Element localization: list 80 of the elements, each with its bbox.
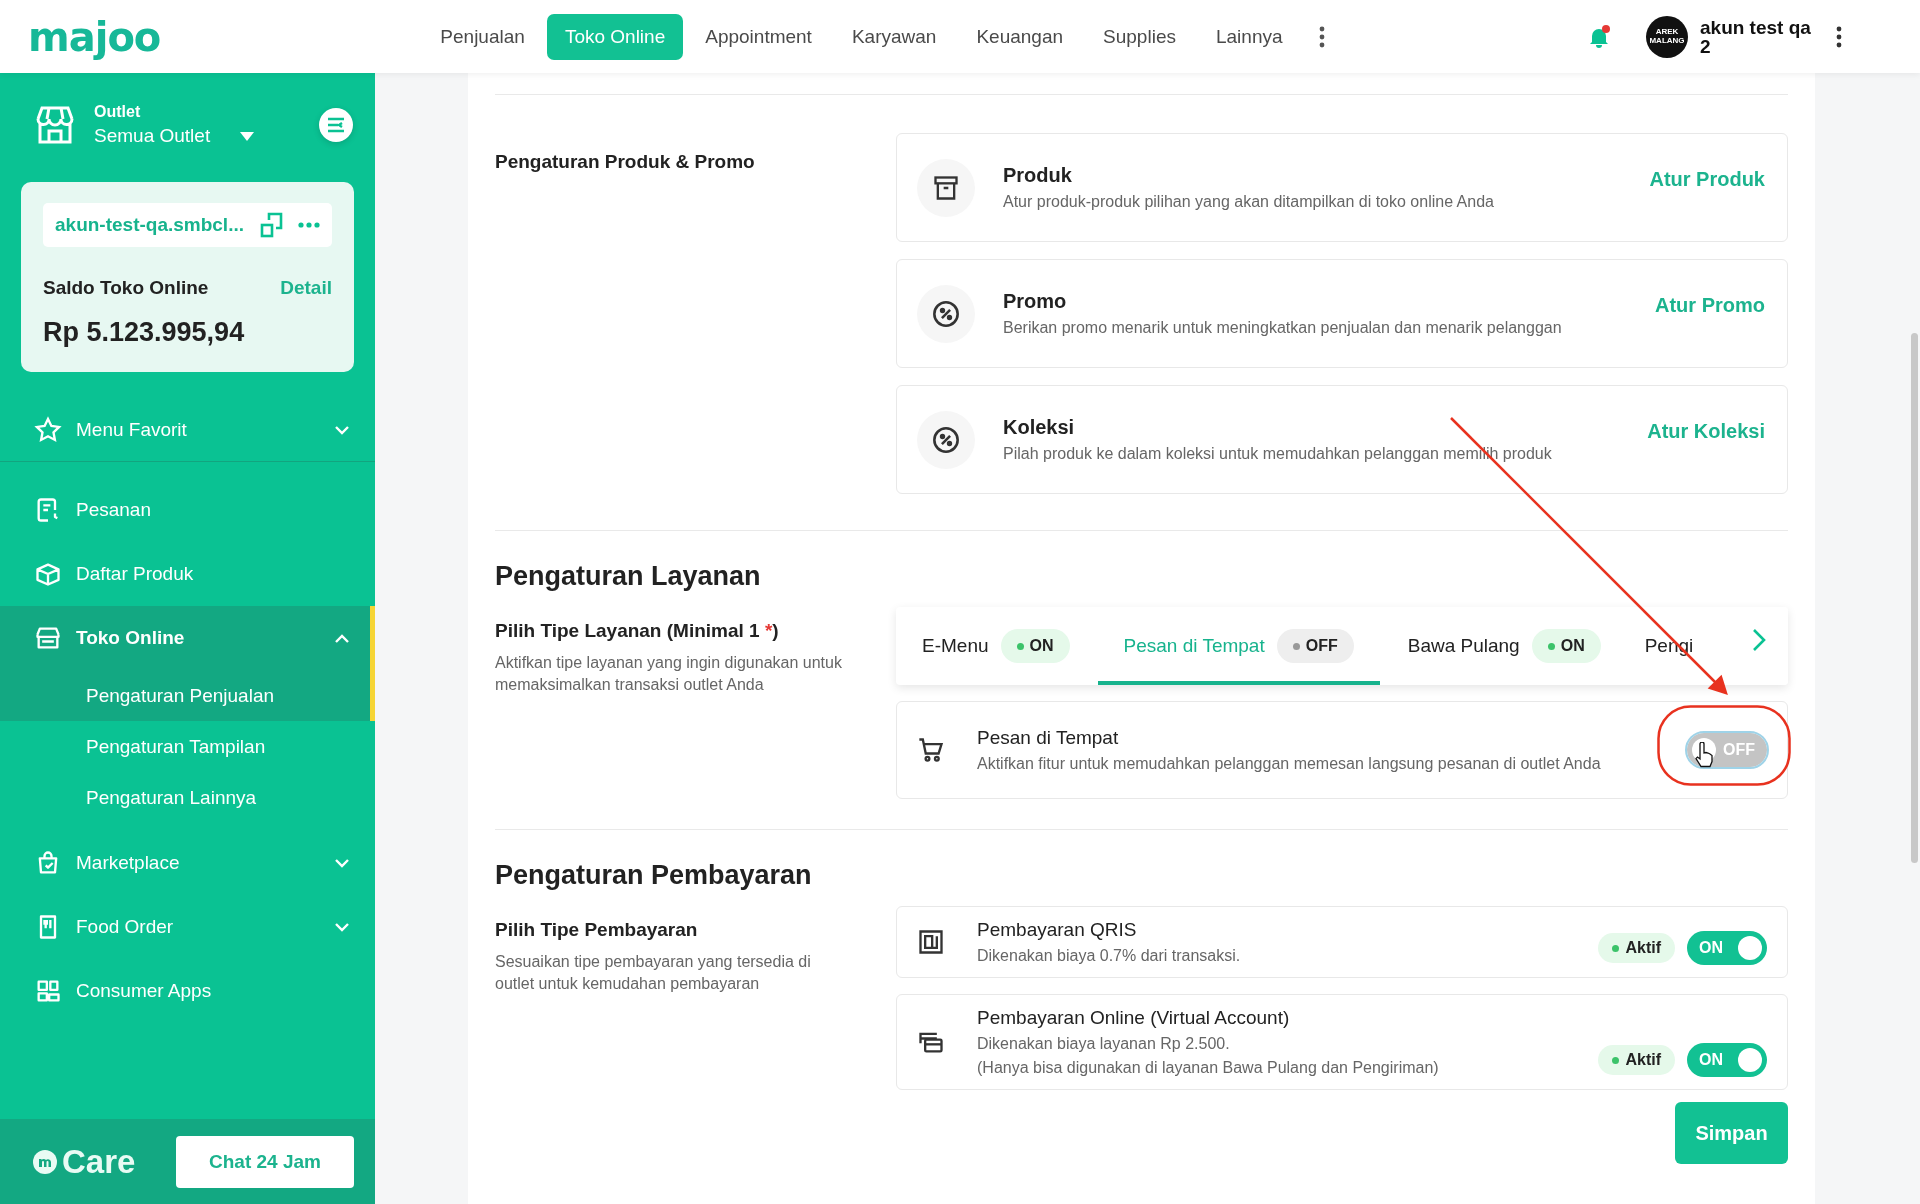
- balance-label: Saldo Toko Online: [43, 277, 209, 299]
- star-icon: [34, 416, 62, 444]
- cart-icon: [917, 736, 945, 764]
- menu-item[interactable]: Pesanan: [0, 478, 375, 542]
- status-badge: OFF: [1276, 629, 1354, 663]
- service-tab[interactable]: E-Menu ON: [906, 607, 1086, 685]
- care-logo: Care: [62, 1142, 136, 1181]
- toggle-switch[interactable]: ON: [1687, 1043, 1767, 1077]
- submenu-item[interactable]: Pengaturan Penjualan: [0, 670, 375, 721]
- card-description: (Hanya bisa digunakan di layanan Bawa Pulang dan Pengiriman): [977, 1059, 1440, 1077]
- status-badge: ON: [1531, 629, 1601, 663]
- card-title: Promo: [1003, 290, 1068, 313]
- card-title: Pembayaran Online (Virtual Account): [977, 1007, 1291, 1029]
- menu-item[interactable]: Food Order: [0, 895, 375, 959]
- outlet-dropdown[interactable]: Semua Outlet: [94, 121, 255, 147]
- nav-tab[interactable]: Penjualan: [422, 13, 543, 60]
- menu-icon[interactable]: [326, 117, 346, 133]
- section-title: Pengaturan Produk & Promo: [495, 151, 756, 173]
- balance-amount: Rp 5.123.995,94: [43, 317, 246, 348]
- section-heading: Pengaturan Pembayaran: [495, 860, 813, 891]
- toggle-switch[interactable]: ON: [1687, 931, 1767, 965]
- save-button[interactable]: Simpan: [1675, 1102, 1788, 1164]
- menu-item[interactable]: Consumer Apps: [0, 959, 375, 1023]
- action-link[interactable]: Atur Koleksi: [1647, 420, 1765, 443]
- pointer-cursor-icon: [1694, 742, 1714, 768]
- card-description: Atur produk-produk pilihan yang akan ditampilkan di toko online Anda: [1003, 193, 1495, 211]
- menu-item[interactable]: Menu Favorit: [0, 399, 375, 462]
- card-description: Berikan promo menarik untuk meningkatkan penjualan dan menarik pelanggan: [1003, 319, 1563, 337]
- card-title: Pesan di Tempat: [977, 727, 1120, 749]
- more-icon[interactable]: [1836, 25, 1842, 48]
- store-url[interactable]: akun-test-qa.smbcl...: [55, 214, 246, 236]
- nav-tab[interactable]: Lainnya: [1197, 13, 1301, 60]
- card-title: Pembayaran QRIS: [977, 919, 1138, 941]
- percent-icon: [932, 425, 960, 454]
- field-description: Aktifkan tipe layanan yang ingin digunakan untuk memaksimalkan transaksi outlet Anda: [495, 653, 843, 695]
- status-badge: Aktif: [1598, 1045, 1675, 1075]
- service-tab[interactable]: Pesan di Tempat OFF: [1097, 607, 1380, 685]
- field-label: Pilih Tipe Layanan (Minimal 1 *): [495, 620, 780, 642]
- submenu-item[interactable]: Pengaturan Tampilan: [0, 721, 375, 772]
- nav-tab[interactable]: Keuangan: [958, 13, 1082, 60]
- status-badge: Aktif: [1598, 933, 1675, 963]
- section-heading: Pengaturan Layanan: [495, 561, 762, 592]
- menu-item[interactable]: Marketplace: [0, 831, 375, 895]
- percent-icon: [932, 299, 960, 328]
- qr-code-icon: [917, 928, 945, 956]
- scrollbar[interactable]: [1911, 333, 1918, 863]
- menu-item[interactable]: Toko Online: [0, 606, 375, 670]
- nav-tab[interactable]: Toko Online: [546, 13, 684, 60]
- action-link[interactable]: Atur Produk: [1649, 168, 1765, 191]
- card-title: Koleksi: [1003, 416, 1076, 439]
- field-label: Pilih Tipe Pembayaran: [495, 919, 699, 941]
- detail-link[interactable]: Detail: [280, 277, 332, 299]
- submenu-item[interactable]: Pengaturan Lainnya: [0, 772, 375, 823]
- more-icon[interactable]: [1318, 25, 1325, 48]
- collapse-sidebar-button[interactable]: [319, 108, 353, 142]
- card-description: Dikenakan biaya layanan Rp 2.500.: [977, 1035, 1231, 1053]
- user-name[interactable]: akun test qa 2: [1700, 17, 1818, 56]
- user-avatar[interactable]: AREK MALANG: [1646, 15, 1688, 58]
- service-tab[interactable]: Bawa Pulang ON: [1391, 607, 1617, 685]
- nav-tab[interactable]: Supplies: [1085, 13, 1194, 60]
- caret-icon: [240, 131, 255, 141]
- outlet-label: Outlet: [94, 103, 142, 121]
- store-icon: [34, 105, 76, 145]
- card-description: Aktifkan fitur untuk memudahkan pelanggan memesan langsung pesanan di outlet Anda: [977, 755, 1602, 773]
- nav-tab[interactable]: Appointment: [687, 13, 830, 60]
- copy-icon[interactable]: [260, 212, 284, 238]
- status-badge: ON: [1000, 629, 1070, 663]
- card-description: Dikenakan biaya 0.7% dari transaksi.: [977, 947, 1242, 965]
- care-logo-icon: [32, 1148, 58, 1175]
- archive-icon: [932, 173, 960, 202]
- nav-tab[interactable]: Karyawan: [833, 13, 955, 60]
- chevron-right-icon[interactable]: [1752, 628, 1766, 652]
- card-title: Produk: [1003, 164, 1073, 187]
- action-link[interactable]: Atur Promo: [1655, 294, 1765, 317]
- toggle-switch[interactable]: OFF: [1687, 733, 1767, 767]
- menu-item[interactable]: Daftar Produk: [0, 542, 375, 606]
- logo[interactable]: majoo: [0, 13, 161, 60]
- chat-button[interactable]: Chat 24 Jam: [176, 1135, 354, 1188]
- next-button[interactable]: [1730, 607, 1788, 685]
- field-description: Sesuaikan tipe pembayaran yang tersedia di outlet untuk kemudahan pembayaran: [495, 952, 812, 994]
